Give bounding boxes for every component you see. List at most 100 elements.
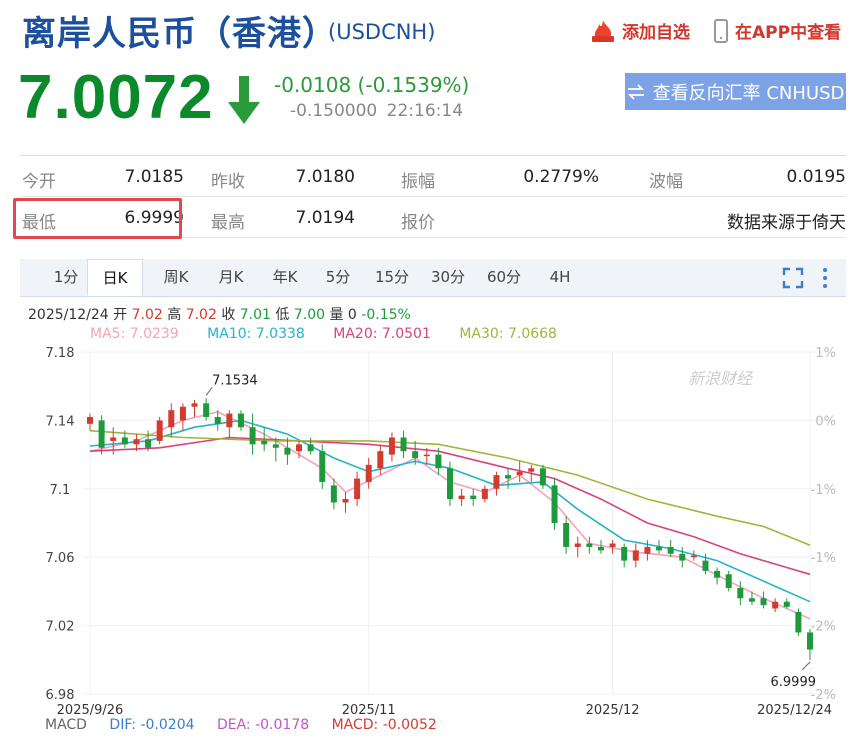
candle-body [365,464,372,482]
ma20-label: MA20: 7.0501 [333,326,431,342]
tab-6[interactable]: 15分 [364,259,420,296]
flame-icon [592,19,614,42]
candle-body [609,543,616,547]
low-annotation: 6.9999 [771,675,817,690]
candle-body [110,437,117,441]
y-tick-label: 6.98 [46,688,75,703]
amplitude-value: 0.2779% [523,167,599,187]
candle-body [191,403,198,407]
candle-body [354,478,361,500]
high-annotation: 7.1534 [212,373,258,388]
tab-2[interactable]: 周K [148,259,204,296]
ohlc-low: 7.00 [293,307,326,323]
annotation-leader [801,661,811,671]
candle-body [121,437,128,445]
candle-body [621,546,628,561]
range-label: 波幅 [649,172,683,192]
candle-body [388,437,395,455]
macd-dea: DEA: -0.0178 [216,717,310,733]
candle-body [597,546,604,551]
candle-body [493,475,500,489]
candle-body [423,454,430,457]
high-value: 7.0194 [295,208,355,228]
tab-3[interactable]: 月K [204,259,258,296]
down-arrow-icon [228,76,260,124]
ohlc-info-line: 2025/12/24 开 7.02 高 7.02 收 7.01 低 7.00 量… [28,304,411,324]
chart-tabs: 1分 日K 周K 月K 年K 5分 15分 30分 60分 4H [20,259,846,297]
candlestick-chart: 7.18 1%7.14 0%7.1 -1%7.06 -1%7.02 -2%6.98 -2%2… [46,346,836,716]
amplitude-label: 振幅 [401,172,435,192]
candle-body [168,410,175,428]
tab-7[interactable]: 30分 [420,259,476,296]
more-options-icon[interactable] [820,267,830,289]
y-tick-label: 7.06 [46,551,75,566]
candle-body [516,471,523,476]
symbol-code: (USDCNH) [328,20,436,44]
candle-body [156,420,163,441]
candle-body [702,560,709,571]
candle-body [505,475,512,479]
current-price: 7.0072 [18,63,214,132]
candle-body [563,523,570,547]
add-watchlist-button[interactable]: 添加自选 [590,18,690,43]
y-tick-label: 7.18 [46,346,75,361]
candle-body [551,485,558,523]
chart-panel: 1分 日K 周K 月K 年K 5分 15分 30分 60分 4H 2025/12/24 开 7.0… [20,259,846,740]
candle-body [690,555,697,558]
candle-body [574,543,581,547]
candle-body [748,598,755,602]
fullscreen-icon[interactable] [782,267,804,289]
close-tag: 收 [221,307,236,323]
pct-tick-label: -1% [811,483,836,498]
tab-1[interactable]: 日K [87,259,143,296]
candle-body [667,546,674,554]
y-tick-label: 7.14 [46,414,75,429]
candle-body [447,468,453,500]
candle-body [98,420,105,448]
candle-body [737,587,744,599]
quote-row: 今开 7.0185 昨收 7.0180 振幅 0.2779% 波幅 0.0195 [20,156,846,197]
candle-body [644,546,651,554]
x-tick-label: 2025/12 [586,703,640,716]
tab-5[interactable]: 5分 [312,259,364,296]
prev-close-value: 7.0180 [295,167,355,187]
change-pips: -0.150000 [290,101,378,121]
view-in-app-button[interactable]: 在APP中查看 [713,18,841,43]
quote-source-label: 报价 [401,213,435,233]
view-in-app-label: 在APP中查看 [735,23,842,43]
quote-time: 22:16:14 [386,101,464,121]
tab-4[interactable]: 年K [258,259,312,296]
candle-body [586,543,593,547]
candle-body [296,444,303,452]
ohlc-volume: 0 [347,307,357,323]
reverse-rate-button[interactable]: 查看反向汇率 CNHUSD [625,73,846,110]
candle-body [261,440,268,445]
candle-body [133,439,140,445]
macd-value: MACD: -0.0052 [331,717,437,733]
tab-0[interactable]: 1分 [40,259,92,296]
range-value: 0.0195 [786,167,846,187]
pct-tick-label: -1% [811,551,836,566]
candle-body [87,416,93,424]
change-pips-and-time: -0.150000 22:16:14 [290,101,463,121]
candle-body [319,451,326,482]
macd-dif: DIF: -0.0204 [109,717,195,733]
candle-body [330,485,337,503]
tab-8[interactable]: 60分 [476,259,532,296]
price-change: -0.0108 (-0.1539%) [274,73,470,97]
tab-9[interactable]: 4H [532,259,588,296]
candle-body [377,451,384,469]
y-tick-label: 7.02 [46,620,75,635]
ohlc-close: 7.01 [239,307,271,323]
ohlc-date: 2025/12/24 [28,307,109,323]
watermark: 新浪财经 [688,369,754,388]
candle-body [481,488,488,500]
ohlc-high: 7.02 [185,307,217,323]
macd-title: MACD [45,717,87,733]
open-value: 7.0185 [124,167,184,187]
candle-body [214,416,221,424]
high-label: 最高 [211,213,245,233]
high-tag: 高 [167,307,182,323]
open-tag: 开 [113,307,128,323]
macd-legend: MACD DIF: -0.0204 DEA: -0.0178 MACD: -0.… [45,717,455,733]
